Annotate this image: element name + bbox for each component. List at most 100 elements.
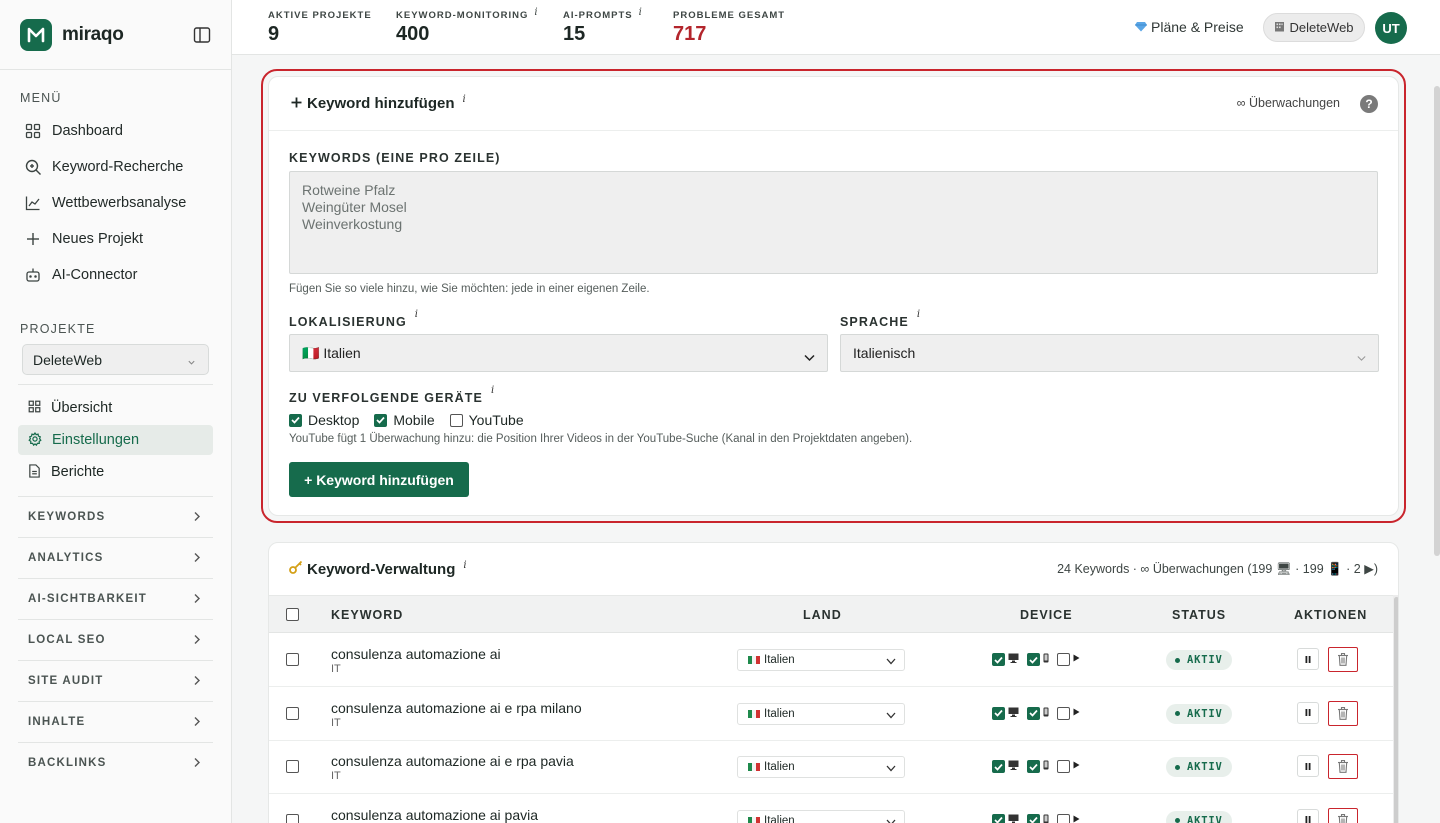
delete-button[interactable] [1328,647,1358,672]
youtube-checkbox[interactable] [1057,813,1070,823]
group-analytics[interactable]: ANALYTICS [18,537,213,577]
row-checkbox[interactable] [286,653,299,666]
nav-dashboard[interactable]: Dashboard [18,115,213,147]
youtube-checkbox[interactable] [1057,653,1070,666]
trash-icon [1337,813,1349,823]
pause-icon [1305,762,1311,770]
group-ai-sichtbarkeit[interactable]: AI-SICHTBARKEIT [18,578,213,618]
project-nav-einstellungen[interactable]: Einstellungen [18,425,213,455]
desktop-checkbox[interactable] [992,653,1005,666]
sidebar-toggle-icon[interactable] [193,26,211,44]
status-badge: AKTIV [1166,810,1232,823]
group-backlinks[interactable]: BACKLINKS [18,742,213,782]
group-keywords[interactable]: KEYWORDS [18,496,213,536]
delete-button[interactable] [1328,754,1358,779]
monitor-icon [1008,707,1019,720]
project-nav-uebersicht[interactable]: Übersicht [18,393,213,423]
group-local-seo[interactable]: LOCAL SEO [18,619,213,659]
nav-wettbewerbsanalyse[interactable]: Wettbewerbsanalyse [18,187,213,219]
row-land-select[interactable]: Italien [737,756,905,778]
keywords-textarea[interactable]: Rotweine Pfalz Weingüter Mosel Weinverko… [289,171,1378,274]
keyword-summary: 24 Keywords · ∞ Überwachungen (199 🖥 · 1… [1057,562,1378,576]
localization-select[interactable]: 🇮🇹 Italien [289,334,828,372]
checkbox-checked[interactable] [374,413,388,427]
stat-value: 717 [673,23,707,45]
info-icon[interactable]: i [463,94,466,105]
gear-icon [28,431,42,449]
info-icon[interactable]: i [534,7,538,21]
desktop-checkbox[interactable] [992,813,1005,823]
info-icon[interactable]: i [491,385,495,405]
project-nav-berichte[interactable]: Berichte [18,457,213,487]
pause-button[interactable] [1297,808,1319,823]
keyword-name: consulenza automazione ai [331,646,501,662]
project-switcher-label: DeleteWeb [1289,20,1354,35]
group-site-audit[interactable]: SITE AUDIT [18,660,213,700]
group-inhalte[interactable]: INHALTE [18,701,213,741]
row-land-select[interactable]: Italien [737,649,905,671]
delete-button[interactable] [1328,807,1358,823]
localization-label-text: LOKALISIERUNG [289,315,407,329]
logo[interactable] [20,18,52,51]
play-icon [1073,815,1080,823]
project-select[interactable]: DeleteWeb [22,344,209,375]
localization-value: 🇮🇹 Italien [302,344,361,361]
status-badge: AKTIV [1166,703,1232,724]
row-checkbox[interactable] [286,760,299,773]
row-land-select[interactable]: Italien [737,702,905,725]
device-youtube-option[interactable]: YouTube [449,412,524,428]
device-mobile-option[interactable]: Mobile [374,412,435,428]
mobile-checkbox[interactable] [1027,813,1040,823]
language-label: SPRACHE i [840,309,921,329]
card-header: Keyword hinzufügen i ∞ Überwachungen ? [269,77,1398,131]
plans-link[interactable]: Pläne & Preise [1135,19,1244,35]
mobile-checkbox[interactable] [1027,653,1040,666]
nav-label: Dashboard [52,123,123,139]
pause-icon [1305,655,1311,663]
desktop-checkbox[interactable] [992,706,1005,720]
col-device[interactable]: DEVICE [1020,608,1073,622]
page-scrollbar[interactable] [1434,86,1440,556]
chevron-right-icon [193,716,201,730]
chevron-right-icon [193,552,201,566]
select-all-checkbox[interactable] [286,608,299,621]
building-icon [1274,20,1285,35]
mobile-checkbox[interactable] [1027,706,1040,720]
pause-button[interactable] [1297,755,1319,777]
pause-button[interactable] [1297,701,1319,724]
row-checkbox[interactable] [286,706,299,720]
youtube-checkbox[interactable] [1057,706,1070,720]
col-land[interactable]: LAND [803,608,842,622]
desktop-checkbox[interactable] [992,760,1005,773]
checkbox-unchecked[interactable] [449,413,463,427]
add-keyword-card: Keyword hinzufügen i ∞ Überwachungen ? K… [268,76,1399,516]
checkbox-checked[interactable] [289,413,302,427]
device-desktop-option[interactable]: Desktop [289,412,359,428]
youtube-checkbox[interactable] [1057,760,1070,773]
col-status[interactable]: STATUS [1172,608,1226,622]
card-title-text: Keyword-Verwaltung [307,560,456,578]
row-checkbox[interactable] [286,813,299,823]
info-icon[interactable]: i [917,309,921,329]
group-label: SITE AUDIT [28,674,104,687]
mobile-checkbox[interactable] [1027,760,1040,773]
add-keyword-button[interactable]: + Keyword hinzufügen [289,462,469,497]
info-icon[interactable]: i [639,7,643,21]
col-keyword[interactable]: KEYWORD [331,608,403,622]
language-select[interactable]: Italienisch [840,334,1379,372]
info-icon[interactable]: i [415,309,419,329]
nav-keyword-recherche[interactable]: Keyword-Recherche [18,151,213,183]
table-scrollbar-thumb[interactable] [1394,597,1398,823]
nav-ai-connector[interactable]: AI-Connector [18,259,213,291]
help-icon[interactable]: ? [1360,95,1378,113]
row-devices [992,760,1088,773]
nav-neues-projekt[interactable]: Neues Projekt [18,223,213,255]
row-land-select[interactable]: Italien [737,809,905,823]
pause-button[interactable] [1297,648,1319,670]
project-switcher[interactable]: DeleteWeb [1263,13,1365,42]
avatar[interactable]: UT [1375,12,1407,44]
delete-button[interactable] [1328,700,1358,726]
phone-icon [1043,707,1049,720]
row-land-value: Italien [764,814,795,823]
info-icon[interactable]: i [463,560,466,571]
